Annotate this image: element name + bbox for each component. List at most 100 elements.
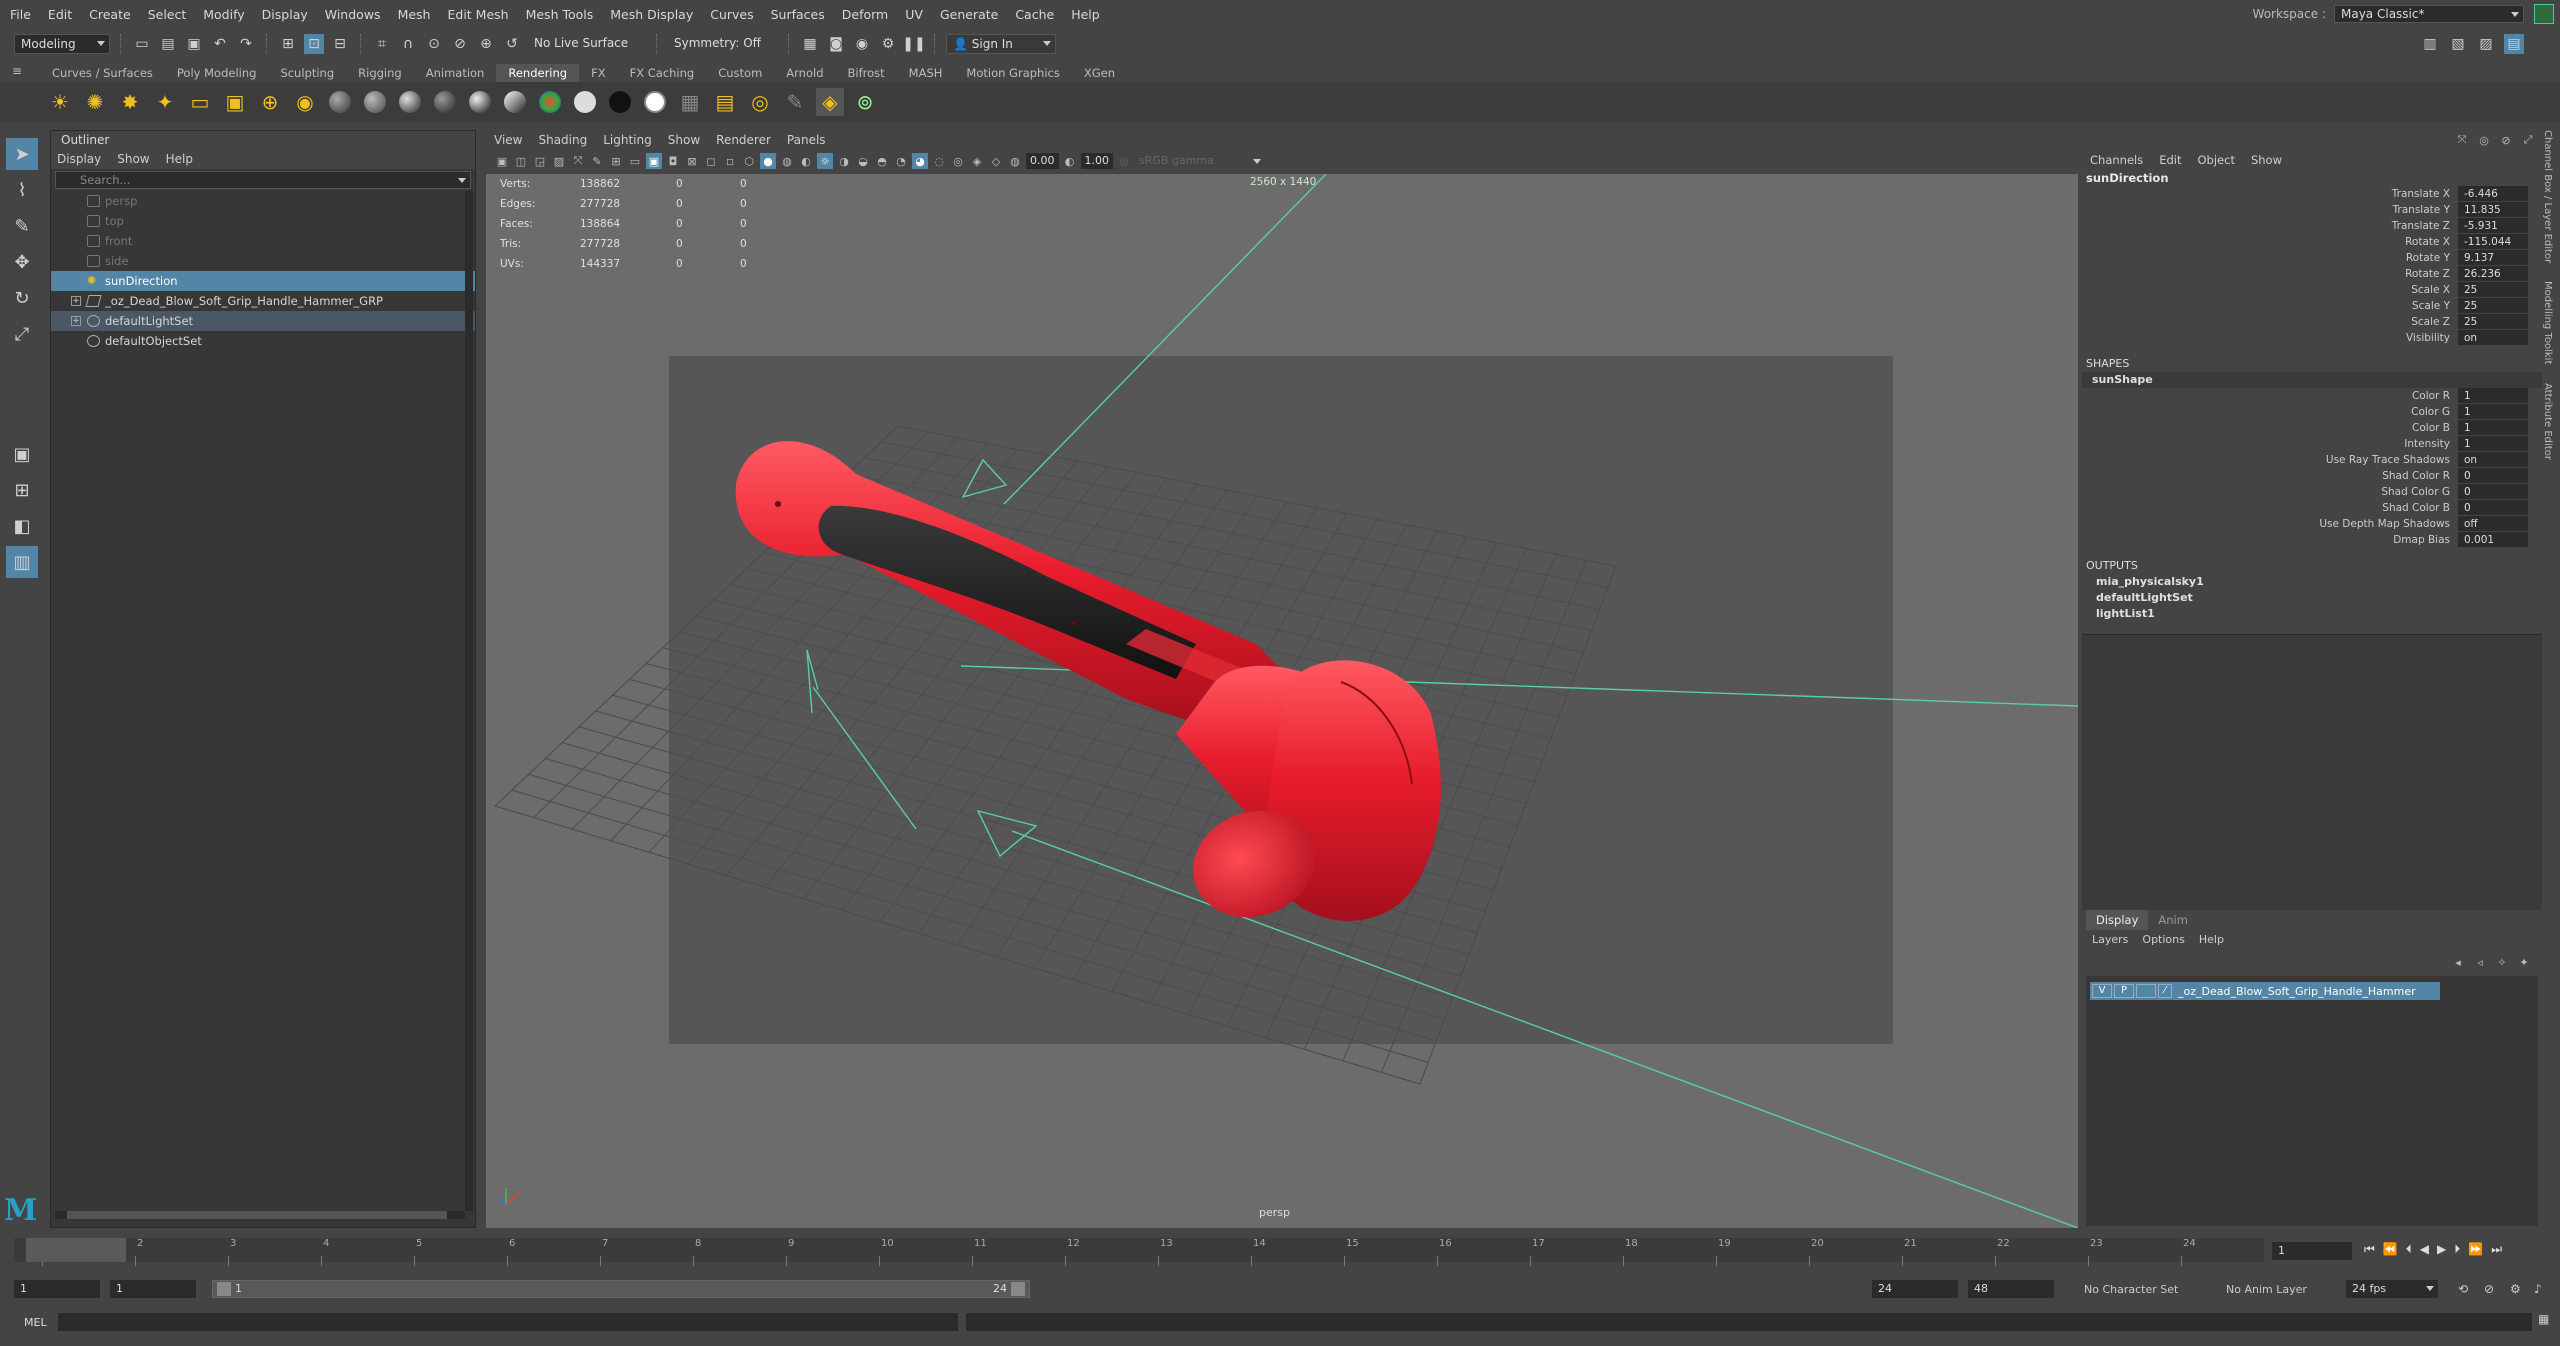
- menu-edit[interactable]: Edit: [48, 7, 72, 22]
- attr-name[interactable]: Rotate Y: [2082, 250, 2458, 266]
- attr-name[interactable]: Shad Color G: [2082, 484, 2458, 500]
- phong-e-icon[interactable]: [466, 88, 494, 116]
- attr-value[interactable]: 25: [2458, 298, 2528, 313]
- attr-value[interactable]: 0: [2458, 484, 2528, 499]
- attr-name[interactable]: Scale Z: [2082, 314, 2458, 330]
- xray-joints-icon[interactable]: ◈: [969, 153, 985, 169]
- command-input[interactable]: [58, 1313, 958, 1331]
- attr-name[interactable]: Color B: [2082, 420, 2458, 436]
- playback-start-field[interactable]: 1: [110, 1280, 196, 1298]
- step-back-frame-icon[interactable]: ⏴: [2406, 1242, 2412, 1257]
- open-scene-icon[interactable]: ▤: [158, 34, 178, 54]
- output-item[interactable]: defaultLightSet: [2082, 590, 2542, 606]
- snap-view-icon[interactable]: ⊘: [450, 34, 470, 54]
- camera-attributes-icon[interactable]: ◫: [513, 153, 529, 169]
- ambient-occlusion-icon[interactable]: ◒: [855, 153, 871, 169]
- sign-in-button[interactable]: 👤 Sign In: [946, 34, 1056, 54]
- script-editor-icon[interactable]: ▦: [2538, 1312, 2549, 1326]
- layer-row[interactable]: V P ⁄ _oz_Dead_Blow_Soft_Grip_Handle_Ham…: [2090, 982, 2440, 1000]
- select-tool-icon[interactable]: ➤: [6, 138, 38, 170]
- lasso-tool-icon[interactable]: ⌇: [6, 174, 38, 206]
- volume-light-icon[interactable]: ▣: [221, 88, 249, 116]
- channel-box-icon[interactable]: ▤: [2504, 34, 2524, 54]
- gamma-field[interactable]: 1.00: [1080, 153, 1113, 169]
- menu-mesh-tools[interactable]: Mesh Tools: [526, 7, 594, 22]
- outliner-item-hammer-grp[interactable]: + _oz_Dead_Blow_Soft_Grip_Handle_Hammer_…: [51, 291, 475, 311]
- outliner-menu-help[interactable]: Help: [166, 149, 193, 169]
- tool-settings-icon[interactable]: ▨: [2476, 34, 2496, 54]
- anti-aliasing-icon[interactable]: ◔: [893, 153, 909, 169]
- attr-value[interactable]: 0: [2458, 500, 2528, 515]
- textured-icon[interactable]: ◐: [798, 153, 814, 169]
- shelf-tab-fx[interactable]: FX: [579, 64, 618, 82]
- attr-value[interactable]: 11.835: [2458, 202, 2528, 217]
- output-item[interactable]: mia_physicalsky1: [2082, 574, 2542, 590]
- step-forward-key-icon[interactable]: ⏩: [2468, 1242, 2483, 1257]
- shelf-tab-poly-modeling[interactable]: Poly Modeling: [165, 64, 269, 82]
- hyperbolic-icon[interactable]: ⊘: [2498, 132, 2514, 148]
- current-time-marker[interactable]: [26, 1238, 126, 1262]
- shelf-tab-xgen[interactable]: XGen: [1072, 64, 1127, 82]
- vp-menu-shading[interactable]: Shading: [538, 130, 587, 150]
- persp-outliner-layout-icon[interactable]: ◧: [6, 510, 38, 542]
- attr-value[interactable]: 1: [2458, 436, 2528, 451]
- attr-name[interactable]: Translate Y: [2082, 202, 2458, 218]
- outliner-v-scrollbar[interactable]: [465, 191, 473, 1211]
- attr-name[interactable]: Use Depth Map Shadows: [2082, 516, 2458, 532]
- attr-name[interactable]: Color R: [2082, 388, 2458, 404]
- menu-modify[interactable]: Modify: [203, 7, 244, 22]
- ipr-render-icon[interactable]: ◉: [852, 34, 872, 54]
- attr-value[interactable]: 0.001: [2458, 532, 2528, 547]
- menu-mesh-display[interactable]: Mesh Display: [610, 7, 693, 22]
- shadows-icon[interactable]: ◑: [836, 153, 852, 169]
- shelf-tab-sculpting[interactable]: Sculpting: [268, 64, 346, 82]
- move-layer-down-icon[interactable]: ◃: [2472, 954, 2488, 970]
- camera-icon[interactable]: ◉: [291, 88, 319, 116]
- menu-select[interactable]: Select: [148, 7, 187, 22]
- hypershade-icon[interactable]: ◈: [816, 88, 844, 116]
- new-layer-from-selected-icon[interactable]: ✦: [2516, 954, 2532, 970]
- menu-set-dropdown[interactable]: Modeling: [14, 34, 110, 54]
- auto-key-icon[interactable]: ⊘: [2484, 1282, 2494, 1296]
- snap-grid-icon[interactable]: ⌗: [372, 34, 392, 54]
- layer-tab-anim[interactable]: Anim: [2148, 910, 2198, 930]
- manipulator-icon[interactable]: ⤧: [2454, 132, 2470, 148]
- shelf-tab-motion-graphics[interactable]: Motion Graphics: [954, 64, 1071, 82]
- xray-icon[interactable]: ◎: [950, 153, 966, 169]
- save-scene-icon[interactable]: ▣: [184, 34, 204, 54]
- attr-value[interactable]: -5.931: [2458, 218, 2528, 233]
- 2d-pan-zoom-icon[interactable]: ⤧: [570, 153, 586, 169]
- modeling-toolkit-icon[interactable]: ▥: [2420, 34, 2440, 54]
- vp-menu-view[interactable]: View: [494, 130, 522, 150]
- vp-menu-panels[interactable]: Panels: [787, 130, 826, 150]
- loop-icon[interactable]: ⟲: [2458, 1282, 2468, 1296]
- outliner-menu-show[interactable]: Show: [117, 149, 149, 169]
- resolution-gate-icon[interactable]: ▣: [646, 153, 662, 169]
- attr-value[interactable]: 1: [2458, 420, 2528, 435]
- ambient-light-icon[interactable]: ✺: [81, 88, 109, 116]
- outliner-item-side[interactable]: side: [51, 251, 475, 271]
- menu-generate[interactable]: Generate: [940, 7, 998, 22]
- range-end-handle[interactable]: [1011, 1282, 1025, 1296]
- move-layer-up-icon[interactable]: ◂: [2450, 954, 2466, 970]
- wireframe-on-shaded-icon[interactable]: ◍: [779, 153, 795, 169]
- vp-menu-renderer[interactable]: Renderer: [716, 130, 771, 150]
- layer-menu-help[interactable]: Help: [2199, 930, 2224, 950]
- surface-shader-black-icon[interactable]: [606, 88, 634, 116]
- speed-icon[interactable]: ◎: [2476, 132, 2492, 148]
- sound-icon[interactable]: ♪: [2534, 1282, 2542, 1296]
- channel-box-object-name[interactable]: sunDirection: [2082, 170, 2542, 186]
- shelf-tab-mash[interactable]: MASH: [897, 64, 955, 82]
- time-slider[interactable]: 123456789101112131415161718192021222324: [14, 1236, 2264, 1266]
- attr-name[interactable]: Intensity: [2082, 436, 2458, 452]
- view-transform-dropdown[interactable]: sRGB gamma: [1135, 153, 1265, 169]
- select-component-icon[interactable]: ⊟: [330, 34, 350, 54]
- xray-components-icon[interactable]: ◇: [988, 153, 1004, 169]
- point-light-icon[interactable]: ✸: [116, 88, 144, 116]
- output-item[interactable]: lightList1: [2082, 606, 2542, 622]
- attr-value[interactable]: -6.446: [2458, 186, 2528, 201]
- scale-tool-icon[interactable]: ⤢: [6, 318, 38, 350]
- camera-aim-icon[interactable]: ⊕: [256, 88, 284, 116]
- attr-value[interactable]: 1: [2458, 404, 2528, 419]
- attr-value[interactable]: 26.236: [2458, 266, 2528, 281]
